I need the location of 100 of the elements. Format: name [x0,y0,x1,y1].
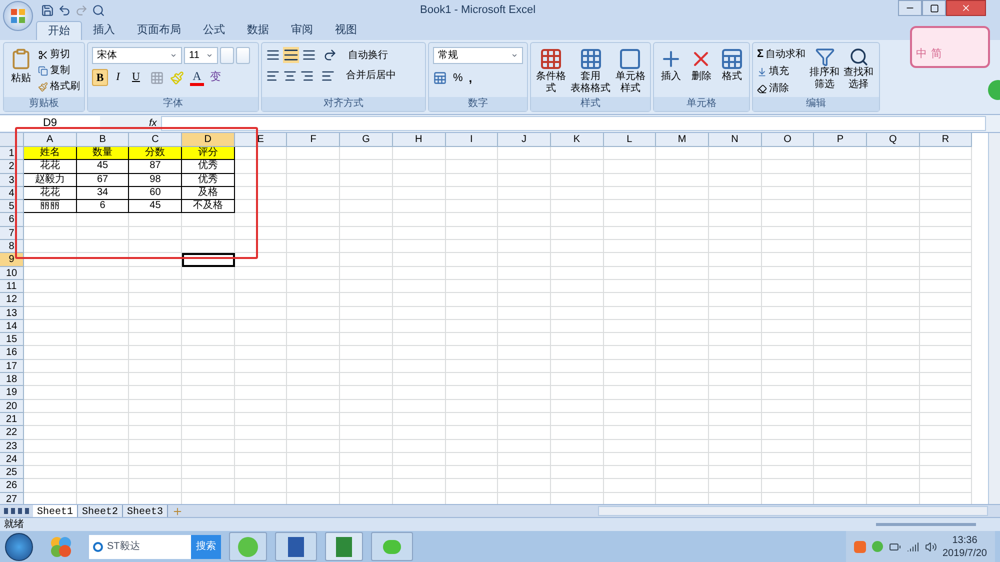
column-header[interactable]: O [762,133,814,147]
vertical-scrollbar[interactable] [988,133,1000,504]
app-icon[interactable] [49,534,73,558]
row-header[interactable]: 1 [0,147,24,160]
column-header[interactable]: R [920,133,972,147]
save-icon[interactable] [41,4,54,16]
search-field[interactable]: ST毅达 [89,534,191,558]
grow-font-icon[interactable] [220,47,234,64]
row-header[interactable]: 27 [0,492,24,504]
autosum-button[interactable]: Σ 自动求和 [757,47,806,62]
fill-color-icon[interactable] [170,70,184,84]
clock-date[interactable]: 2019/7/20 [942,546,987,560]
wrap-text-button[interactable]: 自动换行 [348,48,388,62]
format-painter-button[interactable]: 格式刷 [38,79,80,94]
number-format-field[interactable]: 常规 [433,47,523,64]
phonetic-button[interactable]: 变 [210,69,221,86]
font-color-button[interactable]: A [190,69,204,86]
column-header[interactable]: P [814,133,867,147]
column-header[interactable]: D [182,133,235,147]
excel-taskbar-icon[interactable] [325,532,363,561]
row-header[interactable]: 25 [0,466,24,480]
row-header[interactable]: 15 [0,333,24,346]
row-header[interactable]: 13 [0,306,24,320]
fill-button[interactable]: 填充 [757,64,806,79]
row-header[interactable]: 14 [0,320,24,334]
ribbon-tab[interactable]: 开始 [36,21,82,40]
office-button[interactable] [3,1,33,31]
maximize-button[interactable] [922,0,946,16]
row-header[interactable]: 12 [0,293,24,307]
sheet-tab[interactable]: Sheet1 [33,504,78,518]
ribbon-tab[interactable]: 审阅 [280,21,324,40]
column-header[interactable]: G [340,133,393,147]
column-header[interactable]: F [287,133,340,147]
align-right-icon[interactable] [300,68,314,82]
row-header[interactable]: 10 [0,266,24,280]
battery-icon[interactable] [888,540,900,552]
border-icon[interactable] [150,70,164,84]
row-header[interactable]: 20 [0,400,24,413]
print-preview-icon[interactable] [92,4,105,16]
sort-filter-button[interactable]: 排序和 筛选 [810,47,840,97]
ribbon-tab[interactable]: 插入 [82,21,126,40]
column-header[interactable]: J [498,133,551,147]
align-left-icon[interactable] [266,68,280,82]
chat-taskbar-icon[interactable] [371,532,413,561]
clock-time[interactable]: 13:36 [952,534,978,546]
indent-icon[interactable] [321,68,335,82]
formula-field[interactable] [160,116,986,131]
align-top-icon[interactable] [266,48,280,62]
column-header[interactable]: B [76,133,130,147]
column-header[interactable]: I [446,133,498,147]
row-header[interactable]: 22 [0,426,24,440]
ribbon-tab[interactable]: 页面布局 [126,21,192,40]
column-header[interactable]: Q [867,133,920,147]
clear-button[interactable]: 清除 [757,81,806,96]
row-header[interactable]: 24 [0,452,24,466]
bold-button[interactable]: B [92,69,108,86]
redo-icon[interactable] [75,4,88,16]
paste-button[interactable]: 粘贴 [8,47,34,97]
style-button[interactable]: 条件格式 [535,47,566,97]
column-header[interactable]: M [656,133,709,147]
row-header[interactable]: 6 [0,213,24,227]
start-button[interactable] [5,532,33,560]
ribbon-tab[interactable]: 数据 [236,21,280,40]
align-center-icon[interactable] [283,68,297,82]
ribbon-tab[interactable]: 公式 [192,21,236,40]
ribbon-tab[interactable]: 视图 [324,21,368,40]
close-button[interactable] [946,0,986,16]
style-button[interactable]: 单元格 样式 [614,47,646,97]
currency-icon[interactable] [433,71,447,85]
comma-button[interactable]: , [468,69,472,87]
row-header[interactable]: 2 [0,160,24,174]
select-all-corner[interactable] [0,133,24,147]
column-header[interactable]: L [604,133,656,147]
align-middle-icon[interactable] [283,47,299,63]
orientation-icon[interactable] [323,48,337,62]
row-header[interactable]: 23 [0,440,24,453]
word-taskbar-icon[interactable] [275,532,317,561]
sheet-tab[interactable]: Sheet3 [123,504,168,518]
row-header[interactable]: 11 [0,280,24,294]
cut-button[interactable]: 剪切 [38,47,80,62]
align-bottom-icon[interactable] [302,48,316,62]
function-label[interactable]: fx [149,116,157,131]
search-button[interactable]: 搜索 [191,534,221,558]
row-header[interactable]: 18 [0,373,24,386]
plus-icon[interactable] [172,506,184,516]
input-method-icon[interactable] [854,540,866,552]
undo-icon[interactable] [58,4,71,16]
column-header[interactable]: C [129,133,182,147]
sheet-tab[interactable]: Sheet2 [78,504,124,518]
cell-button[interactable]: 插入 [658,47,684,97]
column-header[interactable]: H [392,133,446,147]
percent-button[interactable]: % [453,70,463,86]
font-size-field[interactable]: 11 [184,47,218,64]
row-header[interactable]: 9 [0,253,24,267]
browser-taskbar-icon[interactable] [229,532,267,561]
italic-button[interactable]: I [110,69,126,86]
column-header[interactable]: K [550,133,604,147]
row-header[interactable]: 8 [0,240,24,254]
cell-button[interactable]: 删除 [688,47,715,97]
row-header[interactable]: 26 [0,479,24,493]
